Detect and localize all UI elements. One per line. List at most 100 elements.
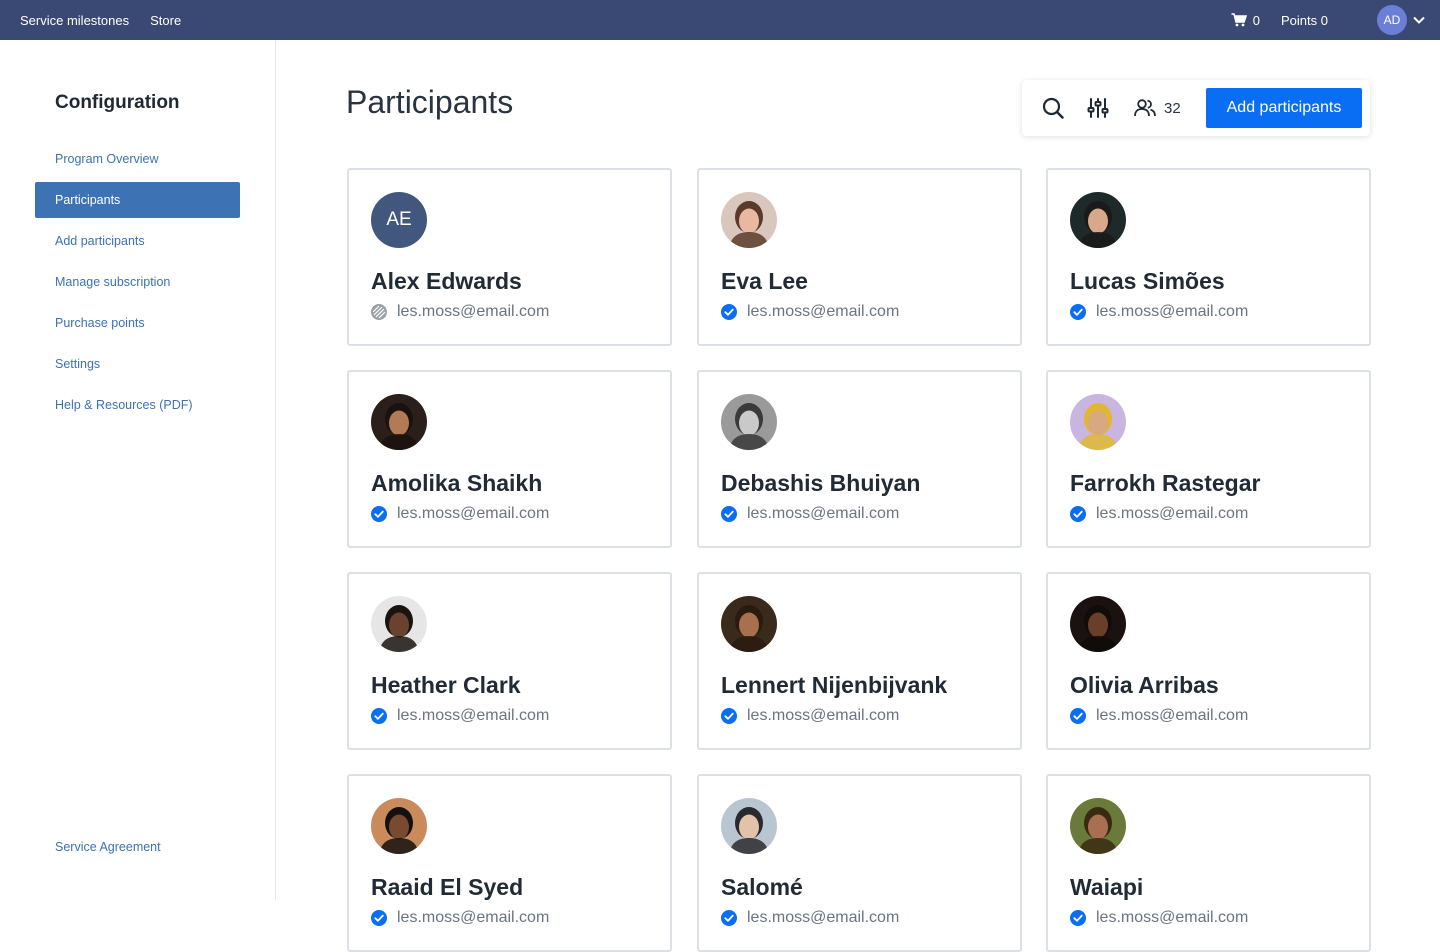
participant-name: Heather Clark xyxy=(371,672,521,698)
participant-avatar-photo xyxy=(721,798,777,854)
participant-avatar-photo xyxy=(1070,192,1126,248)
participant-name: Eva Lee xyxy=(721,268,808,294)
verified-check-icon xyxy=(1070,910,1086,926)
participant-email-row: les.moss@email.com xyxy=(1070,505,1248,523)
search-button[interactable] xyxy=(1041,96,1065,120)
participant-email-row: les.moss@email.com xyxy=(1070,909,1248,927)
participant-email: les.moss@email.com xyxy=(747,909,900,926)
participant-card[interactable]: Amolika Shaikh les.moss@email.com xyxy=(347,370,672,548)
participant-avatar-photo xyxy=(1070,394,1126,450)
verified-check-icon xyxy=(1070,304,1086,320)
participant-name: Salomé xyxy=(721,874,803,900)
participant-avatar-photo xyxy=(371,798,427,854)
participant-avatar-photo xyxy=(721,596,777,652)
chevron-down-icon xyxy=(1413,16,1425,24)
cart-count: 0 xyxy=(1252,12,1261,28)
participant-email-row: les.moss@email.com xyxy=(371,303,549,321)
users-icon xyxy=(1134,99,1156,117)
participant-card[interactable]: Farrokh Rastegar les.moss@email.com xyxy=(1046,370,1371,548)
participant-avatar-photo xyxy=(721,192,777,248)
participant-email-row: les.moss@email.com xyxy=(371,909,549,927)
participant-count[interactable]: 32 xyxy=(1134,96,1181,120)
sidebar-item-manage-subscription[interactable]: Manage subscription xyxy=(35,264,240,300)
sidebar-item-program-overview[interactable]: Program Overview xyxy=(35,141,240,177)
search-icon xyxy=(1042,97,1064,119)
sidebar-item-settings[interactable]: Settings xyxy=(35,346,240,382)
participant-name: Raaid El Syed xyxy=(371,874,524,900)
participant-email: les.moss@email.com xyxy=(1096,707,1249,724)
participant-avatar-photo xyxy=(1070,798,1126,854)
participant-email: les.moss@email.com xyxy=(1096,303,1249,320)
participant-email: les.moss@email.com xyxy=(747,505,900,522)
participant-avatar-photo xyxy=(721,394,777,450)
participant-count-value: 32 xyxy=(1164,99,1181,117)
participant-name: Debashis Bhuiyan xyxy=(721,470,921,496)
verified-check-icon xyxy=(371,910,387,926)
participant-email: les.moss@email.com xyxy=(1096,505,1249,522)
nav-link-service-milestones[interactable]: Service milestones xyxy=(20,13,129,28)
participant-avatar-photo xyxy=(1070,596,1126,652)
nav-link-store[interactable]: Store xyxy=(150,13,181,28)
cart-icon xyxy=(1231,13,1247,27)
cart-button[interactable]: 0 xyxy=(1231,13,1260,28)
participant-card[interactable]: Eva Lee les.moss@email.com xyxy=(697,168,1022,346)
sidebar: Configuration Program Overview Participa… xyxy=(0,40,276,900)
participant-avatar-initials: AE xyxy=(371,192,427,248)
verified-check-icon xyxy=(1070,708,1086,724)
participant-email-row: les.moss@email.com xyxy=(721,303,899,321)
sidebar-item-purchase-points[interactable]: Purchase points xyxy=(35,305,240,341)
participants-toolbar: 32 Add participants xyxy=(1022,80,1370,136)
user-avatar: AD xyxy=(1377,5,1407,35)
participant-email-row: les.moss@email.com xyxy=(1070,707,1248,725)
verified-check-icon xyxy=(721,304,737,320)
participant-email-row: les.moss@email.com xyxy=(1070,303,1248,321)
participant-email: les.moss@email.com xyxy=(397,707,550,724)
participant-email-row: les.moss@email.com xyxy=(721,707,899,725)
participant-name: Amolika Shaikh xyxy=(371,470,543,496)
service-agreement-link[interactable]: Service Agreement xyxy=(55,840,161,854)
participant-name: Alex Edwards xyxy=(371,268,522,294)
participant-card[interactable]: Olivia Arribas les.moss@email.com xyxy=(1046,572,1371,750)
participant-email: les.moss@email.com xyxy=(397,505,550,522)
points-balance[interactable]: Points 0 xyxy=(1281,13,1328,28)
participant-email-row: les.moss@email.com xyxy=(721,505,899,523)
sliders-icon xyxy=(1087,98,1109,118)
participant-email-row: les.moss@email.com xyxy=(371,707,549,725)
participant-card[interactable]: Waiapi les.moss@email.com xyxy=(1046,774,1371,952)
topbar-right-group: 0 Points 0 AD xyxy=(1231,0,1440,40)
filter-button[interactable] xyxy=(1086,96,1110,120)
participant-email: les.moss@email.com xyxy=(397,909,550,926)
participant-name: Lennert Nijenbijvank xyxy=(721,672,948,698)
participant-email: les.moss@email.com xyxy=(747,707,900,724)
add-participants-button[interactable]: Add participants xyxy=(1206,88,1362,128)
unverified-status-icon xyxy=(371,304,387,320)
participant-avatar-photo xyxy=(371,394,427,450)
participant-name: Lucas Simões xyxy=(1070,268,1225,294)
verified-check-icon xyxy=(721,506,737,522)
participant-card[interactable]: Heather Clark les.moss@email.com xyxy=(347,572,672,750)
sidebar-item-help-resources[interactable]: Help & Resources (PDF) xyxy=(35,387,240,423)
participant-avatar-photo xyxy=(371,596,427,652)
verified-check-icon xyxy=(371,708,387,724)
participant-card[interactable]: AE Alex Edwards les.moss@email.com xyxy=(347,168,672,346)
participant-email: les.moss@email.com xyxy=(747,303,900,320)
participant-card[interactable]: Lennert Nijenbijvank les.moss@email.com xyxy=(697,572,1022,750)
participant-email-row: les.moss@email.com xyxy=(721,909,899,927)
participant-name: Waiapi xyxy=(1070,874,1144,900)
participant-card[interactable]: Lucas Simões les.moss@email.com xyxy=(1046,168,1371,346)
participant-card[interactable]: Debashis Bhuiyan les.moss@email.com xyxy=(697,370,1022,548)
participant-email-row: les.moss@email.com xyxy=(371,505,549,523)
page-title: Participants xyxy=(346,84,514,120)
participant-name: Olivia Arribas xyxy=(1070,672,1219,698)
user-menu-button[interactable]: AD xyxy=(1377,5,1425,35)
sidebar-item-add-participants[interactable]: Add participants xyxy=(35,223,240,259)
participant-card[interactable]: Raaid El Syed les.moss@email.com xyxy=(347,774,672,952)
verified-check-icon xyxy=(371,506,387,522)
sidebar-item-participants[interactable]: Participants xyxy=(35,182,240,218)
top-navigation-bar: Service milestones Store 0 Points 0 AD xyxy=(0,0,1440,40)
participant-email: les.moss@email.com xyxy=(397,303,550,320)
participant-card[interactable]: Salomé les.moss@email.com xyxy=(697,774,1022,952)
participant-name: Farrokh Rastegar xyxy=(1070,470,1261,496)
participant-email: les.moss@email.com xyxy=(1096,909,1249,926)
sidebar-title: Configuration xyxy=(55,92,180,113)
